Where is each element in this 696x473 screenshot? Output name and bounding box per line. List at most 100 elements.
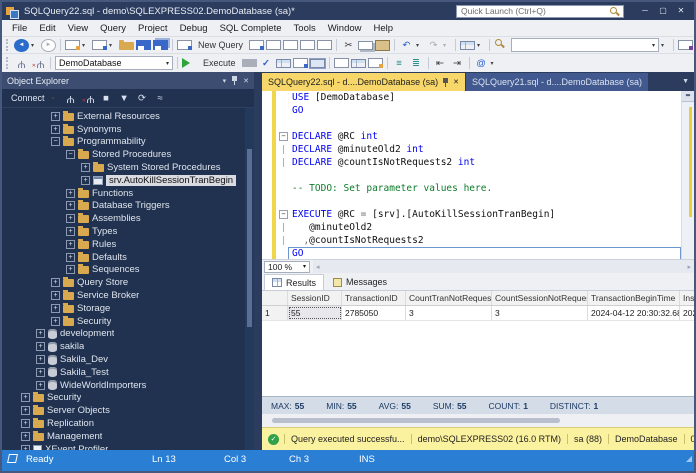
query-options-icon[interactable] <box>292 58 308 68</box>
zoom-select[interactable]: 100 % <box>264 260 310 273</box>
disconnect-icon[interactable]: Ψ <box>81 91 96 106</box>
tab-sqlquery22[interactable]: SQLQuery22.sql - d....DemoDatabase (sa) … <box>262 73 465 91</box>
grid-header-cell[interactable]: Insert <box>680 291 694 305</box>
fold-toggle-icon[interactable] <box>279 171 288 180</box>
tree-item[interactable]: + Synonyms <box>2 123 254 136</box>
new-query-button[interactable]: New Query <box>194 40 247 50</box>
include-actual-plan-icon[interactable] <box>350 58 366 68</box>
grid-cell[interactable]: 1 <box>262 306 288 320</box>
code-line[interactable]: @minuteOld2 <box>262 221 681 234</box>
status-char[interactable]: Ch 3 <box>289 454 309 465</box>
menu-query[interactable]: Query <box>94 23 132 34</box>
grid-cell[interactable]: 3 <box>492 306 588 320</box>
paste-icon[interactable] <box>375 39 391 51</box>
tab-close-icon[interactable]: ✕ <box>453 78 459 86</box>
open-file-icon[interactable] <box>119 40 134 50</box>
menu-edit[interactable]: Edit <box>33 23 61 34</box>
code-line[interactable]: DECLARE @countIsNotRequests2 int <box>262 156 681 169</box>
tree-item[interactable]: + XEvent Profiler <box>2 443 254 450</box>
scroll-right-icon[interactable]: ▸ <box>687 263 691 271</box>
code-line[interactable]: − EXECUTE @RC = [srv].[AutoKillSessionTr… <box>262 208 681 221</box>
undo-caret[interactable]: ▾ <box>416 42 424 49</box>
tree-item[interactable]: + System Stored Procedures <box>2 161 254 174</box>
scroll-left-icon[interactable]: ◂ <box>316 263 320 271</box>
toolbar-overflow-icon[interactable]: ▾ <box>491 60 501 67</box>
tree-item[interactable]: + Security <box>2 392 254 405</box>
expander-icon[interactable]: + <box>51 316 60 326</box>
status-insert-mode[interactable]: INS <box>359 454 375 465</box>
tree-item[interactable]: + Sakila_Dev <box>2 353 254 366</box>
sql-xml-editor-icon[interactable] <box>678 40 694 50</box>
change-connection-icon[interactable]: Ψ <box>31 56 46 71</box>
results-to-text-icon[interactable] <box>333 58 349 68</box>
grid-header-cell[interactable]: CountSessionNotRequest <box>492 291 588 305</box>
menu-view[interactable]: View <box>62 23 94 34</box>
status-column[interactable]: Col 3 <box>224 454 246 465</box>
analysis-services-dmx-query-icon[interactable] <box>283 40 299 50</box>
object-explorer-caption[interactable]: Object Explorer ▾ ✕ <box>2 72 254 89</box>
database-combo[interactable]: DemoDatabase <box>55 56 173 70</box>
tree-item[interactable]: + Assemblies <box>2 212 254 225</box>
undo-icon[interactable]: ↶ <box>399 38 414 53</box>
menu-help[interactable]: Help <box>368 23 400 34</box>
tree-scrollbar[interactable] <box>245 108 254 450</box>
cut-icon[interactable]: ✂ <box>341 38 356 53</box>
expander-icon[interactable]: + <box>66 214 75 224</box>
code-line[interactable]: GO <box>262 104 681 117</box>
expander-icon[interactable]: − <box>66 150 75 160</box>
expander-icon[interactable]: + <box>51 291 60 301</box>
tree-item[interactable]: + Sequences <box>2 264 254 277</box>
code-line[interactable]: GO <box>262 247 681 259</box>
grid-header-cell[interactable] <box>262 291 288 305</box>
redo-icon[interactable]: ↷ <box>426 38 441 53</box>
navigate-forward-icon[interactable]: ► <box>41 38 56 52</box>
grid-header-cell[interactable]: TransactionBeginTime <box>588 291 680 305</box>
fold-toggle-icon[interactable] <box>279 158 288 167</box>
document-list-caret[interactable]: ▼ <box>677 78 694 85</box>
increase-indent-icon[interactable]: ⇥ <box>450 56 465 71</box>
results-to-file-icon[interactable] <box>367 58 383 68</box>
parse-icon[interactable]: ✓ <box>259 56 274 71</box>
grid-header-cell[interactable]: TransactionID <box>342 291 406 305</box>
toolbar-grip[interactable] <box>6 39 10 51</box>
database-engine-query-icon[interactable] <box>249 40 265 50</box>
pin-icon[interactable] <box>232 76 238 85</box>
fold-toggle-icon[interactable] <box>279 197 288 206</box>
fold-toggle-icon[interactable] <box>279 119 288 128</box>
tree-item[interactable]: + Service Broker <box>2 289 254 302</box>
expander-icon[interactable]: + <box>51 303 60 313</box>
code-line[interactable]: USE [DemoDatabase] <box>262 91 681 104</box>
specify-values-icon[interactable]: @ <box>474 56 489 71</box>
redo-caret[interactable]: ▾ <box>443 42 451 49</box>
refresh-icon[interactable]: ⟳ <box>135 91 150 106</box>
code-line[interactable]: -- TODO: Set parameter values here. <box>262 182 681 195</box>
tree-item[interactable]: + development <box>2 328 254 341</box>
tree-item[interactable]: + Database Triggers <box>2 200 254 213</box>
tree-item[interactable]: + sakila <box>2 340 254 353</box>
fold-toggle-icon[interactable] <box>279 106 288 115</box>
expander-icon[interactable]: + <box>36 329 45 339</box>
integration-services-query-icon[interactable] <box>317 40 333 50</box>
tree-item[interactable]: + srv.AutoKillSessionTranBegin <box>2 174 254 187</box>
code-line[interactable]: DECLARE @minuteOld2 int <box>262 143 681 156</box>
tree-item[interactable]: + External Resources <box>2 110 254 123</box>
close-button[interactable]: ✕ <box>672 3 690 19</box>
expander-icon[interactable]: + <box>21 393 30 403</box>
expander-icon[interactable]: + <box>21 431 30 441</box>
toolbar-grip[interactable] <box>6 57 10 69</box>
window-position-caret[interactable]: ▾ <box>223 77 227 85</box>
tree-item[interactable]: + Query Store <box>2 276 254 289</box>
fold-toggle-icon[interactable] <box>279 93 288 102</box>
expander-icon[interactable]: + <box>66 239 75 249</box>
find-combo-caret[interactable]: ▾ <box>661 42 669 49</box>
new-project-caret[interactable]: ▾ <box>82 42 90 49</box>
grid-cell[interactable]: 2024 <box>680 306 694 320</box>
code-line[interactable] <box>262 117 681 130</box>
add-item-icon[interactable] <box>92 40 107 50</box>
expander-icon[interactable]: + <box>21 406 30 416</box>
fold-toggle-icon[interactable] <box>279 223 288 232</box>
fold-toggle-icon[interactable]: − <box>279 132 288 141</box>
decrease-indent-icon[interactable]: ⇤ <box>433 56 448 71</box>
execute-button[interactable]: Execute <box>199 58 240 68</box>
status-line[interactable]: Ln 13 <box>152 454 176 465</box>
